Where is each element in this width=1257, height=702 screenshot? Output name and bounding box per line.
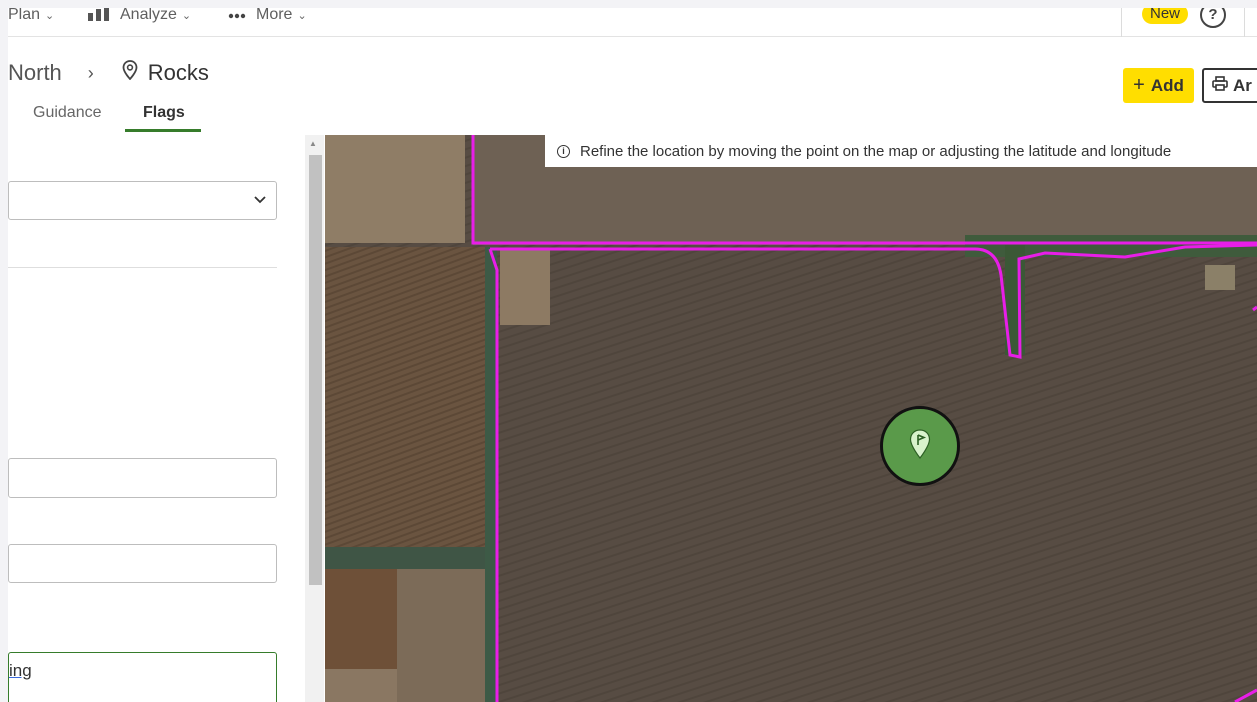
location-hint-tooltip: i Refine the location by moving the poin…	[545, 135, 1257, 167]
app-window: Plan ⌄ Analyze ⌄ More ⌄ New ? North › Ro…	[8, 8, 1257, 702]
tab-guidance[interactable]: Guidance	[33, 104, 102, 122]
info-icon: i	[557, 144, 570, 158]
nav-divider	[1244, 8, 1245, 37]
flag-category-select[interactable]	[8, 181, 277, 220]
chevron-down-icon: ⌄	[45, 9, 55, 22]
flag-pin-icon	[909, 428, 931, 464]
longitude-input[interactable]	[8, 544, 277, 583]
top-nav: Plan ⌄ Analyze ⌄ More ⌄ New ?	[8, 8, 1257, 37]
chevron-down-icon: ⌄	[297, 9, 307, 22]
nav-plan[interactable]: Plan ⌄	[8, 8, 54, 27]
nav-plan-label: Plan	[8, 8, 41, 23]
print-button-label: Ar	[1233, 75, 1252, 95]
breadcrumb: North › Rocks	[8, 60, 209, 86]
notes-textarea[interactable]: ing	[8, 652, 277, 702]
nav-more-label: More	[256, 8, 293, 23]
scrollbar-thumb[interactable]	[309, 155, 322, 585]
new-badge[interactable]: New	[1142, 8, 1189, 24]
breadcrumb-parent[interactable]: North	[8, 60, 62, 86]
satellite-imagery	[325, 135, 1257, 702]
nav-more[interactable]: More ⌄	[228, 8, 307, 27]
page-title: Rocks	[147, 60, 209, 85]
latitude-input[interactable]	[8, 458, 277, 498]
map-view[interactable]: i Refine the location by moving the poin…	[325, 135, 1257, 702]
flag-location-marker[interactable]	[880, 406, 960, 486]
printer-icon	[1212, 75, 1228, 96]
tab-flags[interactable]: Flags	[143, 104, 185, 122]
add-button-label: Add	[1150, 75, 1184, 95]
location-hint-text: Refine the location by moving the point …	[580, 142, 1172, 160]
chevron-down-icon	[254, 191, 266, 207]
help-icon[interactable]: ?	[1200, 8, 1226, 28]
chevron-down-icon: ⌄	[181, 9, 192, 22]
print-button[interactable]: Ar	[1202, 68, 1257, 103]
active-tab-indicator	[125, 129, 201, 132]
nav-analyze-label: Analyze	[120, 8, 177, 23]
location-pin-icon	[122, 60, 138, 86]
add-button[interactable]: + Add	[1123, 68, 1194, 103]
more-dots-icon	[228, 8, 246, 24]
breadcrumb-separator: ›	[87, 62, 94, 83]
flag-form-panel: ing ▲	[8, 135, 324, 702]
notes-value: ing	[9, 661, 32, 680]
plus-icon: +	[1133, 74, 1145, 96]
nav-analyze[interactable]: Analyze ⌄	[88, 8, 191, 27]
scroll-up-arrow-icon[interactable]: ▲	[309, 139, 317, 148]
section-divider	[8, 267, 277, 268]
nav-divider	[1121, 8, 1122, 37]
bar-chart-icon	[88, 8, 110, 26]
